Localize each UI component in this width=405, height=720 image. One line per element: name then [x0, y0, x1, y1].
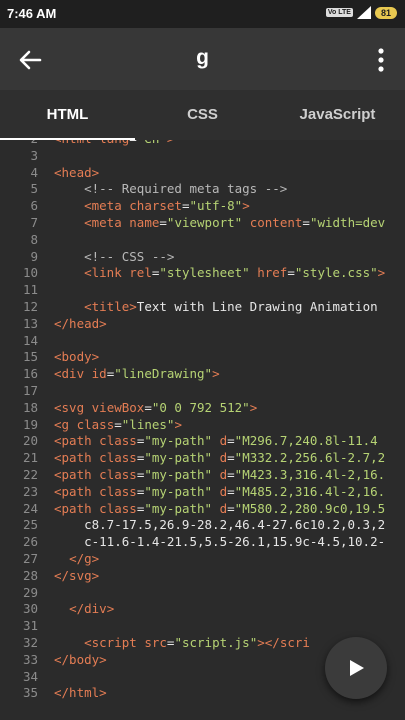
- code-text: c8.7-17.5,26.9-28.2,46.4-27.6c10.2,0.3,2: [54, 517, 386, 533]
- line-number: 16: [22, 366, 38, 382]
- line-number: 34: [22, 668, 38, 684]
- code-text: </div>: [69, 601, 115, 617]
- line-number: 35: [22, 685, 38, 701]
- tab-html[interactable]: HTML: [0, 90, 135, 140]
- line-number: 6: [30, 198, 38, 214]
- line-number: 26: [22, 534, 38, 550]
- code-text: <head>: [54, 164, 100, 180]
- code-text: <link rel="stylesheet" href="style.css">: [84, 265, 386, 281]
- line-number: 19: [22, 416, 38, 432]
- line-number: 7: [30, 215, 38, 230]
- code-text: <svg viewBox="0 0 792 512">: [54, 399, 258, 415]
- status-time: 7:46 AM: [7, 6, 57, 21]
- status-icons: Vo LTE 81: [325, 6, 397, 19]
- volte-icon: Vo LTE: [325, 8, 353, 17]
- line-number: 3: [30, 147, 38, 163]
- line-number: 20: [22, 433, 38, 449]
- code-text: <path class="my-path" d="M296.7,240.8l-1…: [54, 433, 378, 449]
- line-number: 2: [0, 140, 38, 146]
- line-number: 29: [22, 584, 38, 600]
- line-number: 33: [22, 651, 38, 667]
- line-number: 14: [22, 332, 38, 348]
- line-number: 10: [22, 265, 38, 281]
- code-text: <script src="script.js"></scri: [84, 635, 310, 650]
- code-text: </html>: [54, 685, 107, 701]
- tab-bar: HTML CSS JavaScript: [0, 90, 405, 140]
- code-text: </g>: [69, 551, 100, 566]
- status-bar: 7:46 AM Vo LTE 81: [0, 0, 405, 28]
- play-icon: [350, 660, 364, 676]
- line-number: 24: [22, 500, 38, 516]
- code-text: <path class="my-path" d="M580.2,280.9c0,…: [54, 500, 386, 516]
- line-number: 18: [22, 399, 38, 415]
- code-text: </head>: [54, 315, 107, 331]
- code-text: <g class="lines">: [54, 416, 182, 432]
- line-number: 25: [22, 517, 38, 533]
- line-number: 12: [22, 299, 38, 314]
- code-text: </body>: [54, 651, 107, 667]
- line-number: 27: [22, 551, 38, 566]
- line-number: 22: [22, 467, 38, 482]
- signal-icon: [356, 6, 371, 19]
- code-text: <html lang="en">: [54, 140, 174, 146]
- line-number: 31: [22, 618, 38, 634]
- more-vertical-icon[interactable]: [371, 46, 391, 74]
- line-number: 4: [30, 164, 38, 180]
- page-title: g: [196, 46, 209, 69]
- line-number: 9: [30, 248, 38, 264]
- run-button[interactable]: [325, 637, 387, 699]
- code-text: <path class="my-path" d="M423.3,316.4l-2…: [54, 467, 386, 482]
- code-text: <meta charset="utf-8">: [84, 198, 250, 214]
- line-number: 5: [30, 181, 38, 197]
- line-number: 15: [22, 349, 38, 365]
- code-text: <div id="lineDrawing">: [54, 366, 220, 382]
- line-number: 8: [30, 231, 38, 247]
- code-text: <!-- CSS -->: [54, 248, 175, 264]
- code-text: <path class="my-path" d="M485.2,316.4l-2…: [54, 483, 386, 499]
- code-editor[interactable]: 2 <html lang="en"> 34 <head> 5 <!-- Required…: [0, 140, 405, 720]
- line-number: 21: [22, 450, 38, 466]
- line-number: 11: [22, 282, 38, 298]
- code-text: <meta name="viewport" content="width=dev: [84, 215, 386, 230]
- battery-icon: 81: [374, 6, 397, 19]
- line-number: 28: [22, 567, 38, 583]
- code-text: c-11.6-1.4-21.5,5.5-26.1,15.9c-4.5,10.2-: [54, 534, 386, 550]
- line-number: 13: [22, 315, 38, 331]
- code-text: <!-- Required meta tags -->: [54, 181, 288, 197]
- code-text: </svg>: [54, 567, 100, 583]
- tab-css[interactable]: CSS: [135, 90, 270, 140]
- line-number: 17: [22, 383, 38, 398]
- line-number: 23: [22, 483, 38, 499]
- line-number: 32: [22, 635, 38, 650]
- line-number: 30: [22, 601, 38, 617]
- app-bar: g: [0, 28, 405, 90]
- code-text: <body>: [54, 349, 100, 365]
- code-text: <title>Text with Line Drawing Animation: [84, 299, 378, 314]
- tab-javascript[interactable]: JavaScript: [270, 90, 405, 140]
- code-text: <path class="my-path" d="M332.2,256.6l-2…: [54, 450, 386, 466]
